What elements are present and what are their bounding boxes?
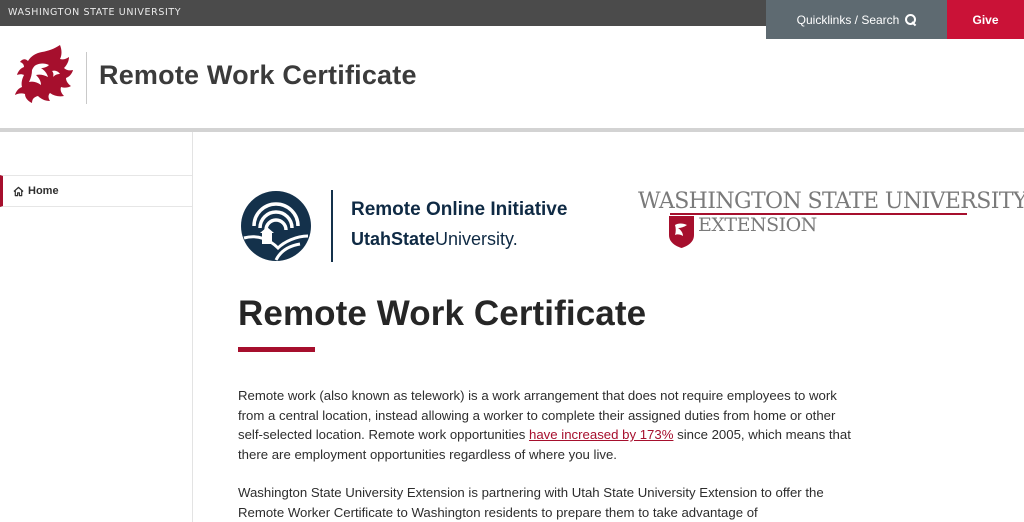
sidebar-item-home[interactable]: Home xyxy=(0,175,192,207)
utah-state-university-wordmark: UtahStateUniversity. xyxy=(351,229,518,250)
increase-stat-link[interactable]: have increased by 173% xyxy=(529,427,673,442)
university-name[interactable]: WASHINGTON STATE UNIVERSITY xyxy=(8,7,181,18)
intro-paragraph: Remote work (also known as telework) is … xyxy=(238,386,858,464)
partnership-paragraph: Washington State University Extension is… xyxy=(238,485,824,520)
header-divider xyxy=(86,52,87,104)
search-icon xyxy=(905,14,917,25)
wsu-cougar-logo[interactable] xyxy=(14,43,74,105)
wsu-extension-line1: WASHINGTON STATE UNIVERSITY xyxy=(638,189,1024,214)
site-title[interactable]: Remote Work Certificate xyxy=(99,60,417,91)
give-label: Give xyxy=(972,12,999,27)
remote-online-initiative-title: Remote Online Initiative xyxy=(351,199,568,220)
title-underline xyxy=(238,347,315,352)
wsu-extension-line2: EXTENSION xyxy=(698,214,817,236)
partner-logo-divider xyxy=(331,190,333,262)
quicklinks-search-button[interactable]: Quicklinks / Search xyxy=(766,0,947,39)
sidebar-item-label: Home xyxy=(28,185,59,197)
sidebar: Home xyxy=(0,132,193,522)
utah-state-bold: UtahState xyxy=(351,229,436,249)
wsu-shield-icon xyxy=(669,216,694,248)
page-title: Remote Work Certificate xyxy=(238,294,647,333)
quicklinks-label: Quicklinks / Search xyxy=(796,12,900,27)
university-word: University xyxy=(435,229,513,249)
wordmark-dot: . xyxy=(512,229,518,249)
home-icon xyxy=(13,186,24,196)
give-button[interactable]: Give xyxy=(947,0,1024,39)
remote-online-initiative-logo xyxy=(241,191,311,261)
